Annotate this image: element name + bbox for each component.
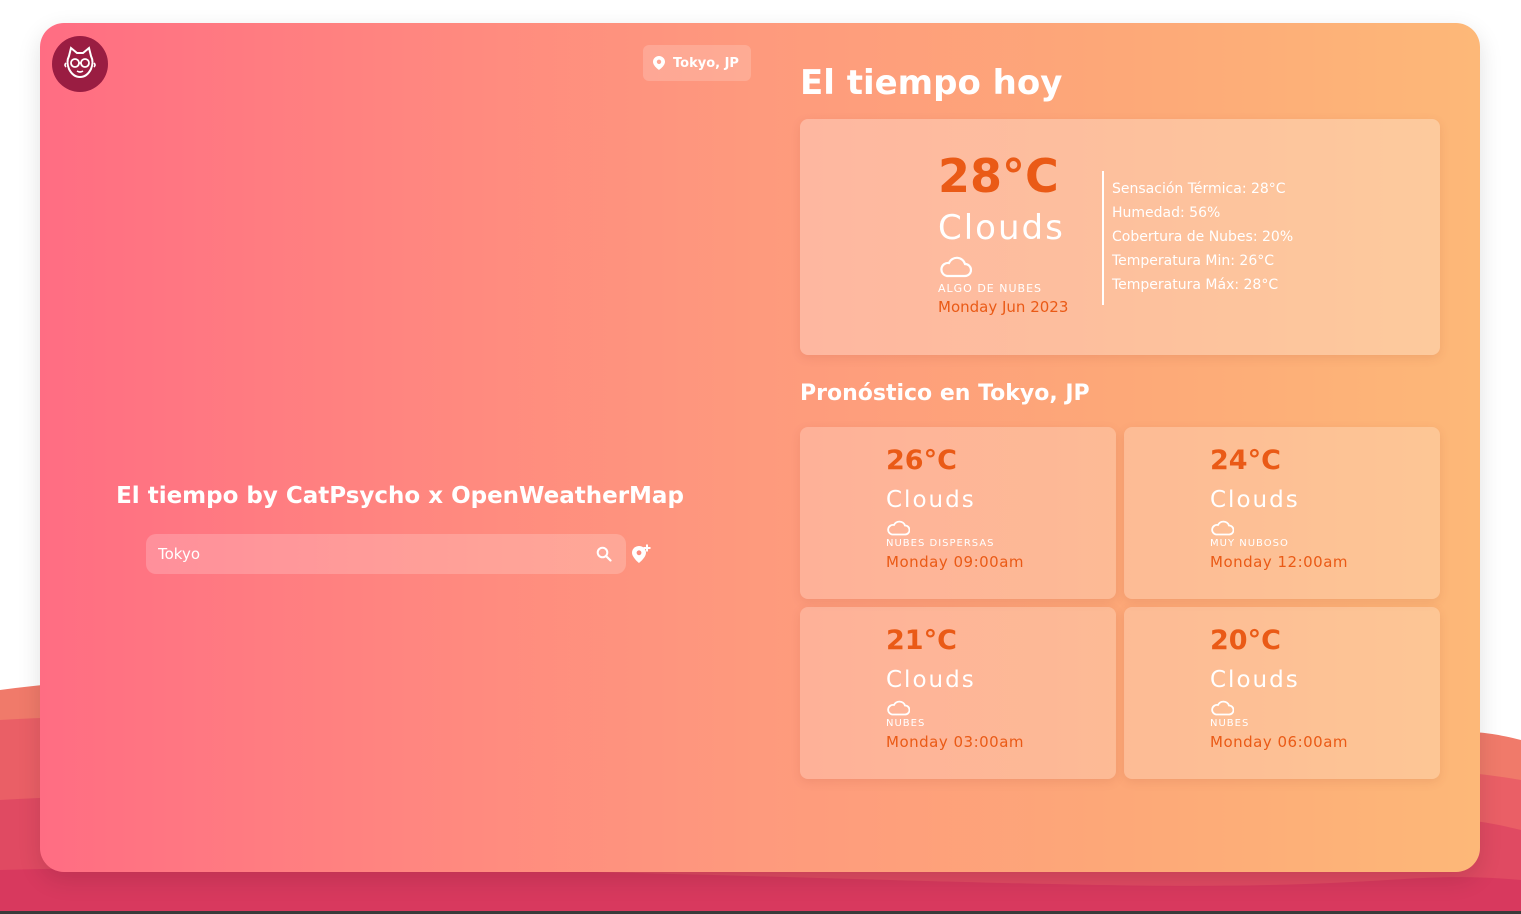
forecast-time: Monday 12:00am (1210, 553, 1349, 571)
cat-icon (64, 46, 96, 79)
search-button[interactable] (594, 544, 614, 564)
app-title: El tiempo by CatPsycho x OpenWeatherMap (116, 483, 684, 509)
main-card: Tokyo, JP El tiempo by CatPsycho x OpenW… (40, 23, 1480, 872)
humidity: Humedad: 56% (1112, 205, 1221, 221)
add-location-button[interactable] (630, 543, 652, 565)
forecast-condition: Clouds (1210, 487, 1300, 513)
cloud-icon (1210, 699, 1348, 717)
forecast-heading: Pronóstico en Tokyo, JP (800, 381, 1090, 406)
map-pin-icon (653, 56, 665, 70)
today-main: 28°C Clouds ALGO DE NUBES Monday Jun 202… (938, 149, 1068, 316)
today-details: Sensación Térmica: 28°C Humedad: 56% Cob… (1112, 177, 1293, 297)
today-description: ALGO DE NUBES (938, 282, 1043, 295)
search-box (146, 534, 626, 574)
forecast-condition: Clouds (886, 487, 976, 513)
forecast-description: NUBES (886, 718, 926, 729)
forecast-description: NUBES (1210, 718, 1250, 729)
temp-max: Temperatura Máx: 28°C (1112, 277, 1279, 293)
temp-min: Temperatura Min: 26°C (1112, 253, 1275, 269)
today-weather-card: 28°C Clouds ALGO DE NUBES Monday Jun 202… (800, 119, 1440, 355)
forecast-condition: Clouds (1210, 667, 1300, 693)
forecast-card: 26°C Clouds NUBES DISPERSAS Monday 09:00… (800, 427, 1116, 599)
cloud-cover: Cobertura de Nubes: 20% (1112, 229, 1294, 245)
location-badge[interactable]: Tokyo, JP (643, 45, 751, 81)
forecast-temperature: 24°C (1210, 445, 1281, 476)
forecast-description: MUY NUBOSO (1210, 538, 1289, 549)
forecast-description: NUBES DISPERSAS (886, 538, 995, 549)
cloud-icon (886, 699, 1024, 717)
search-icon (596, 546, 612, 562)
catpsycho-logo[interactable] (52, 36, 108, 92)
cloud-icon (938, 255, 1068, 279)
add-location-icon (632, 544, 651, 563)
details-divider (1102, 171, 1104, 305)
cloud-icon (886, 519, 1024, 537)
search-input[interactable] (158, 545, 594, 563)
cloud-icon (1210, 519, 1348, 537)
forecast-card: 21°C Clouds NUBES Monday 03:00am (800, 607, 1116, 779)
forecast-temperature: 20°C (1210, 625, 1281, 656)
today-condition: Clouds (938, 208, 1065, 248)
today-temperature: 28°C (938, 149, 1059, 203)
location-badge-label: Tokyo, JP (673, 55, 739, 71)
forecast-time: Monday 06:00am (1210, 733, 1349, 751)
forecast-temperature: 26°C (886, 445, 957, 476)
forecast-temperature: 21°C (886, 625, 957, 656)
forecast-time: Monday 09:00am (886, 553, 1025, 571)
today-date: Monday Jun 2023 (938, 298, 1069, 316)
feels-like: Sensación Térmica: 28°C (1112, 181, 1286, 197)
forecast-condition: Clouds (886, 667, 976, 693)
forecast-time: Monday 03:00am (886, 733, 1025, 751)
today-heading: El tiempo hoy (800, 63, 1063, 103)
forecast-card: 24°C Clouds MUY NUBOSO Monday 12:00am (1124, 427, 1440, 599)
forecast-card: 20°C Clouds NUBES Monday 06:00am (1124, 607, 1440, 779)
